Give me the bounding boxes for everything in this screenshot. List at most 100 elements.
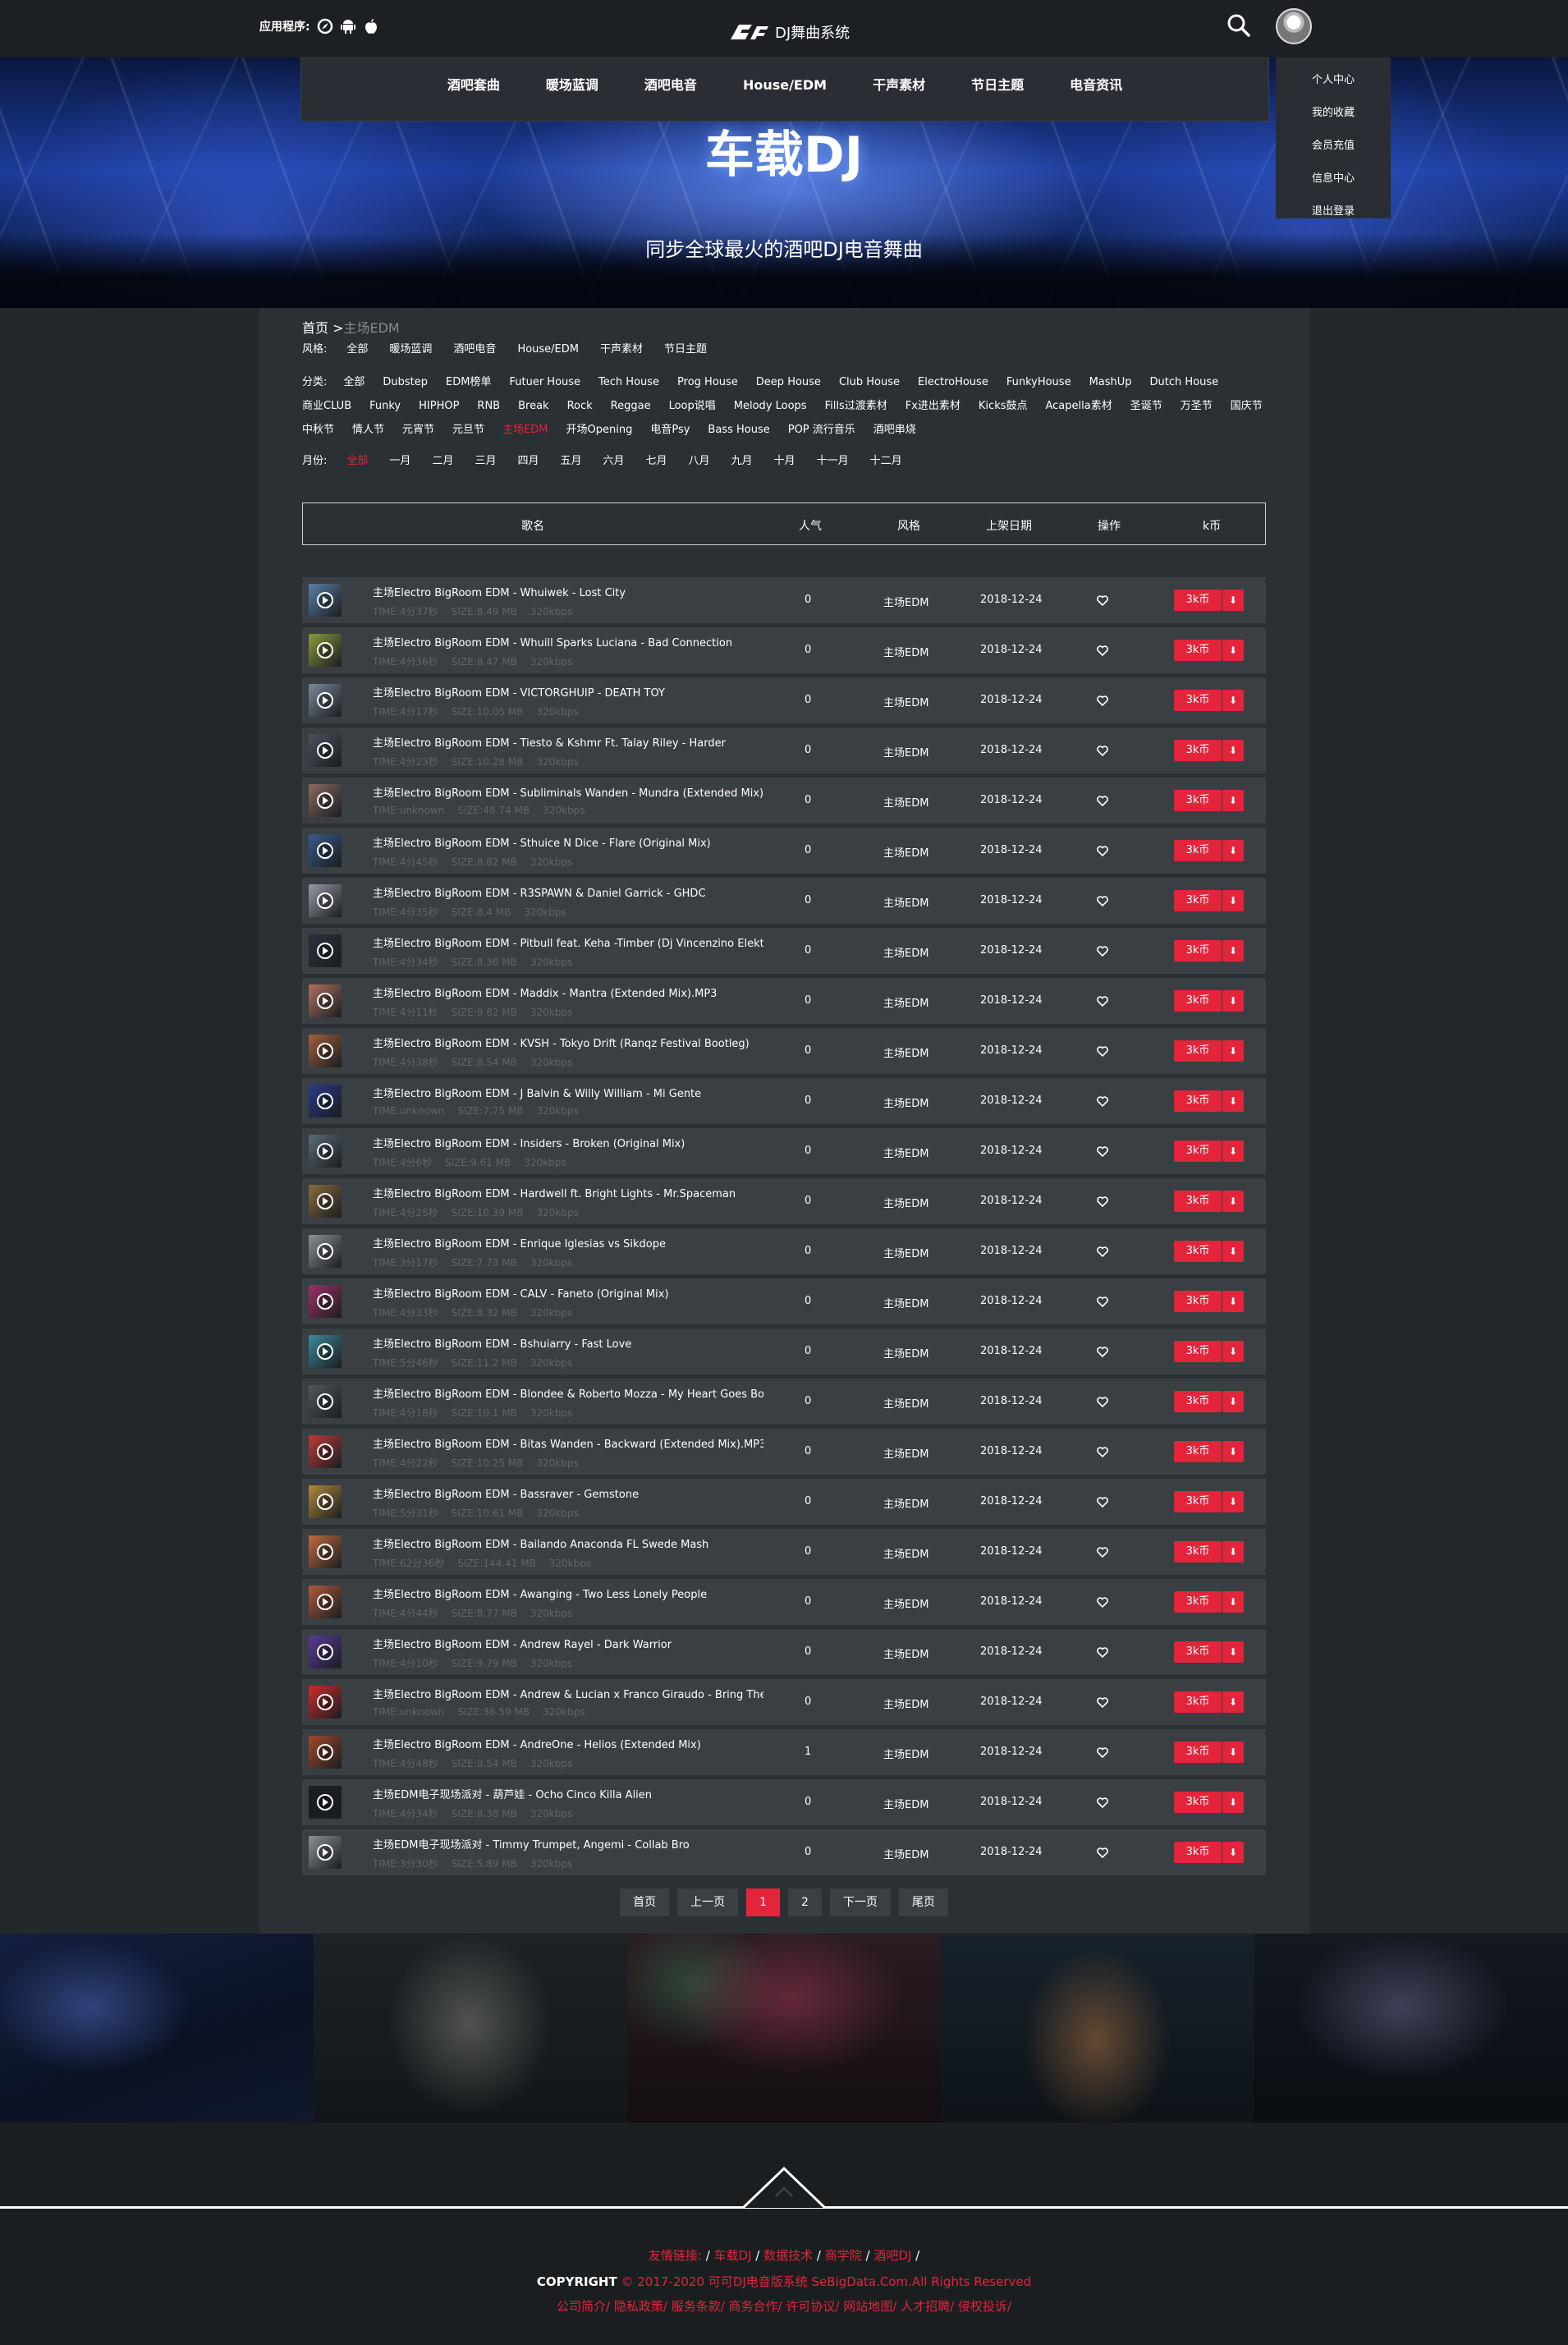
price-button[interactable]: 3k币 xyxy=(1174,840,1222,861)
track-name[interactable]: 主场Electro BigRoom EDM - Hardwell ft. Bri… xyxy=(373,1185,763,1200)
filter-option[interactable]: Kicks鼓点 xyxy=(979,400,1028,413)
filter-option[interactable]: 商业CLUB xyxy=(302,400,351,413)
track-name[interactable]: 主场Electro BigRoom EDM - J Balvin & Willy… xyxy=(373,1085,763,1100)
heart-icon[interactable] xyxy=(1096,1445,1109,1458)
track-cover-play-icon[interactable] xyxy=(309,1586,342,1618)
filter-option[interactable]: 节日主题 xyxy=(664,343,707,356)
track-name[interactable]: 主场Electro BigRoom EDM - R3SPAWN & Daniel… xyxy=(373,884,763,900)
price-button[interactable]: 3k币 xyxy=(1174,1140,1222,1162)
filter-option[interactable]: 十月 xyxy=(774,455,795,468)
heart-icon[interactable] xyxy=(1096,1094,1109,1108)
filter-option[interactable]: Fills过渡素材 xyxy=(825,400,887,413)
track-name[interactable]: 主场Electro BigRoom EDM - Pitbull feat. Ke… xyxy=(373,934,763,950)
filter-option[interactable]: Loop说唱 xyxy=(669,400,716,413)
download-icon[interactable]: ⬇ xyxy=(1222,1391,1244,1412)
price-button[interactable]: 3k币 xyxy=(1174,1591,1222,1613)
track-name[interactable]: 主场Electro BigRoom EDM - Awanging - Two L… xyxy=(373,1586,763,1601)
track-cover-play-icon[interactable] xyxy=(309,934,342,967)
download-icon[interactable]: ⬇ xyxy=(1222,1541,1244,1563)
price-button[interactable]: 3k币 xyxy=(1174,640,1222,661)
track-cover-play-icon[interactable] xyxy=(309,1435,342,1468)
track-cover-play-icon[interactable] xyxy=(309,1385,342,1418)
track-name[interactable]: 主场Electro BigRoom EDM - Sthuice N Dice -… xyxy=(373,834,763,850)
download-icon[interactable]: ⬇ xyxy=(1222,690,1244,711)
heart-icon[interactable] xyxy=(1096,1846,1109,1859)
filter-option[interactable]: 元旦节 xyxy=(452,424,484,437)
heart-icon[interactable] xyxy=(1096,1696,1109,1709)
back-to-top-icon[interactable] xyxy=(743,2164,825,2210)
track-cover-play-icon[interactable] xyxy=(309,1335,342,1368)
safari-icon[interactable] xyxy=(317,18,333,34)
track-cover-play-icon[interactable] xyxy=(309,1836,342,1869)
heart-icon[interactable] xyxy=(1096,1345,1109,1358)
footer-link[interactable]: 侵权投诉 xyxy=(958,2299,1007,2314)
footer-link[interactable]: 许可协议 xyxy=(786,2299,835,2314)
download-icon[interactable]: ⬇ xyxy=(1222,1090,1244,1112)
filter-option[interactable]: 九月 xyxy=(731,455,753,468)
price-button[interactable]: 3k币 xyxy=(1174,790,1222,811)
user-avatar[interactable] xyxy=(1276,8,1312,44)
track-name[interactable]: 主场Electro BigRoom EDM - Maddix - Mantra … xyxy=(373,984,763,1000)
price-button[interactable]: 3k币 xyxy=(1174,1391,1222,1412)
heart-icon[interactable] xyxy=(1096,1545,1109,1558)
nav-item-0[interactable]: 酒吧套曲 xyxy=(424,58,523,121)
track-cover-play-icon[interactable] xyxy=(309,1135,342,1168)
filter-option[interactable]: Futuer House xyxy=(509,376,580,389)
filter-option[interactable]: 八月 xyxy=(689,455,710,468)
heart-icon[interactable] xyxy=(1096,1395,1109,1408)
price-button[interactable]: 3k币 xyxy=(1174,1291,1222,1312)
filter-option[interactable]: 十二月 xyxy=(870,455,902,468)
price-button[interactable]: 3k币 xyxy=(1174,1241,1222,1262)
filter-option[interactable]: Tech House xyxy=(598,376,659,389)
user-menu-item-4[interactable]: 退出登录 xyxy=(1276,195,1391,228)
site-logo[interactable]: DJ舞曲系统 xyxy=(727,20,850,44)
download-icon[interactable]: ⬇ xyxy=(1222,1291,1244,1312)
track-cover-play-icon[interactable] xyxy=(309,784,342,817)
download-icon[interactable]: ⬇ xyxy=(1222,1241,1244,1262)
filter-option[interactable]: 六月 xyxy=(603,455,624,468)
track-cover-play-icon[interactable] xyxy=(309,1085,342,1117)
price-button[interactable]: 3k币 xyxy=(1174,1691,1222,1713)
track-cover-play-icon[interactable] xyxy=(309,1235,342,1268)
price-button[interactable]: 3k币 xyxy=(1174,1742,1222,1763)
heart-icon[interactable] xyxy=(1096,1595,1109,1608)
track-cover-play-icon[interactable] xyxy=(309,1786,342,1819)
filter-option[interactable]: 主场EDM xyxy=(502,424,548,437)
filter-option[interactable]: MashUp xyxy=(1089,376,1132,389)
download-icon[interactable]: ⬇ xyxy=(1222,1040,1244,1062)
filter-option[interactable]: 全部 xyxy=(346,343,368,356)
nav-item-1[interactable]: 暖场蓝调 xyxy=(523,58,621,121)
price-button[interactable]: 3k币 xyxy=(1174,1191,1222,1212)
price-button[interactable]: 3k币 xyxy=(1174,1341,1222,1362)
filter-option[interactable]: 万圣节 xyxy=(1181,400,1213,413)
heart-icon[interactable] xyxy=(1096,1495,1109,1508)
filter-option[interactable]: EDM榜单 xyxy=(446,376,491,389)
filter-option[interactable]: FunkyHouse xyxy=(1006,376,1071,389)
price-button[interactable]: 3k币 xyxy=(1174,1792,1222,1813)
filter-option[interactable]: Dubstep xyxy=(383,376,428,389)
price-button[interactable]: 3k币 xyxy=(1174,690,1222,711)
download-icon[interactable]: ⬇ xyxy=(1222,1691,1244,1713)
filter-option[interactable]: House/EDM xyxy=(517,343,579,356)
price-button[interactable]: 3k币 xyxy=(1174,1541,1222,1563)
track-cover-play-icon[interactable] xyxy=(309,1636,342,1668)
filter-option[interactable]: 圣诞节 xyxy=(1130,400,1162,413)
user-menu-item-3[interactable]: 信息中心 xyxy=(1276,163,1391,195)
filter-option[interactable]: 二月 xyxy=(432,455,453,468)
footer-link[interactable]: 服务条款 xyxy=(672,2299,721,2314)
track-name[interactable]: 主场EDM电子现场派对 - Timmy Trumpet, Angemi - Co… xyxy=(373,1836,763,1852)
track-name[interactable]: 主场Electro BigRoom EDM - Blondee & Robert… xyxy=(373,1385,763,1401)
track-name[interactable]: 主场Electro BigRoom EDM - Whuiwek - Lost C… xyxy=(373,584,763,599)
filter-option[interactable]: Melody Loops xyxy=(734,400,807,413)
filter-option[interactable]: Club House xyxy=(839,376,900,389)
track-cover-play-icon[interactable] xyxy=(309,634,342,667)
filter-option[interactable]: 七月 xyxy=(646,455,667,468)
filter-option[interactable]: 酒吧电音 xyxy=(453,343,496,356)
price-button[interactable]: 3k币 xyxy=(1174,1040,1222,1062)
download-icon[interactable]: ⬇ xyxy=(1222,990,1244,1012)
heart-icon[interactable] xyxy=(1096,994,1109,1007)
track-cover-play-icon[interactable] xyxy=(309,984,342,1017)
pager-page[interactable]: 2 xyxy=(788,1888,822,1916)
heart-icon[interactable] xyxy=(1096,1195,1109,1208)
price-button[interactable]: 3k币 xyxy=(1174,940,1222,961)
